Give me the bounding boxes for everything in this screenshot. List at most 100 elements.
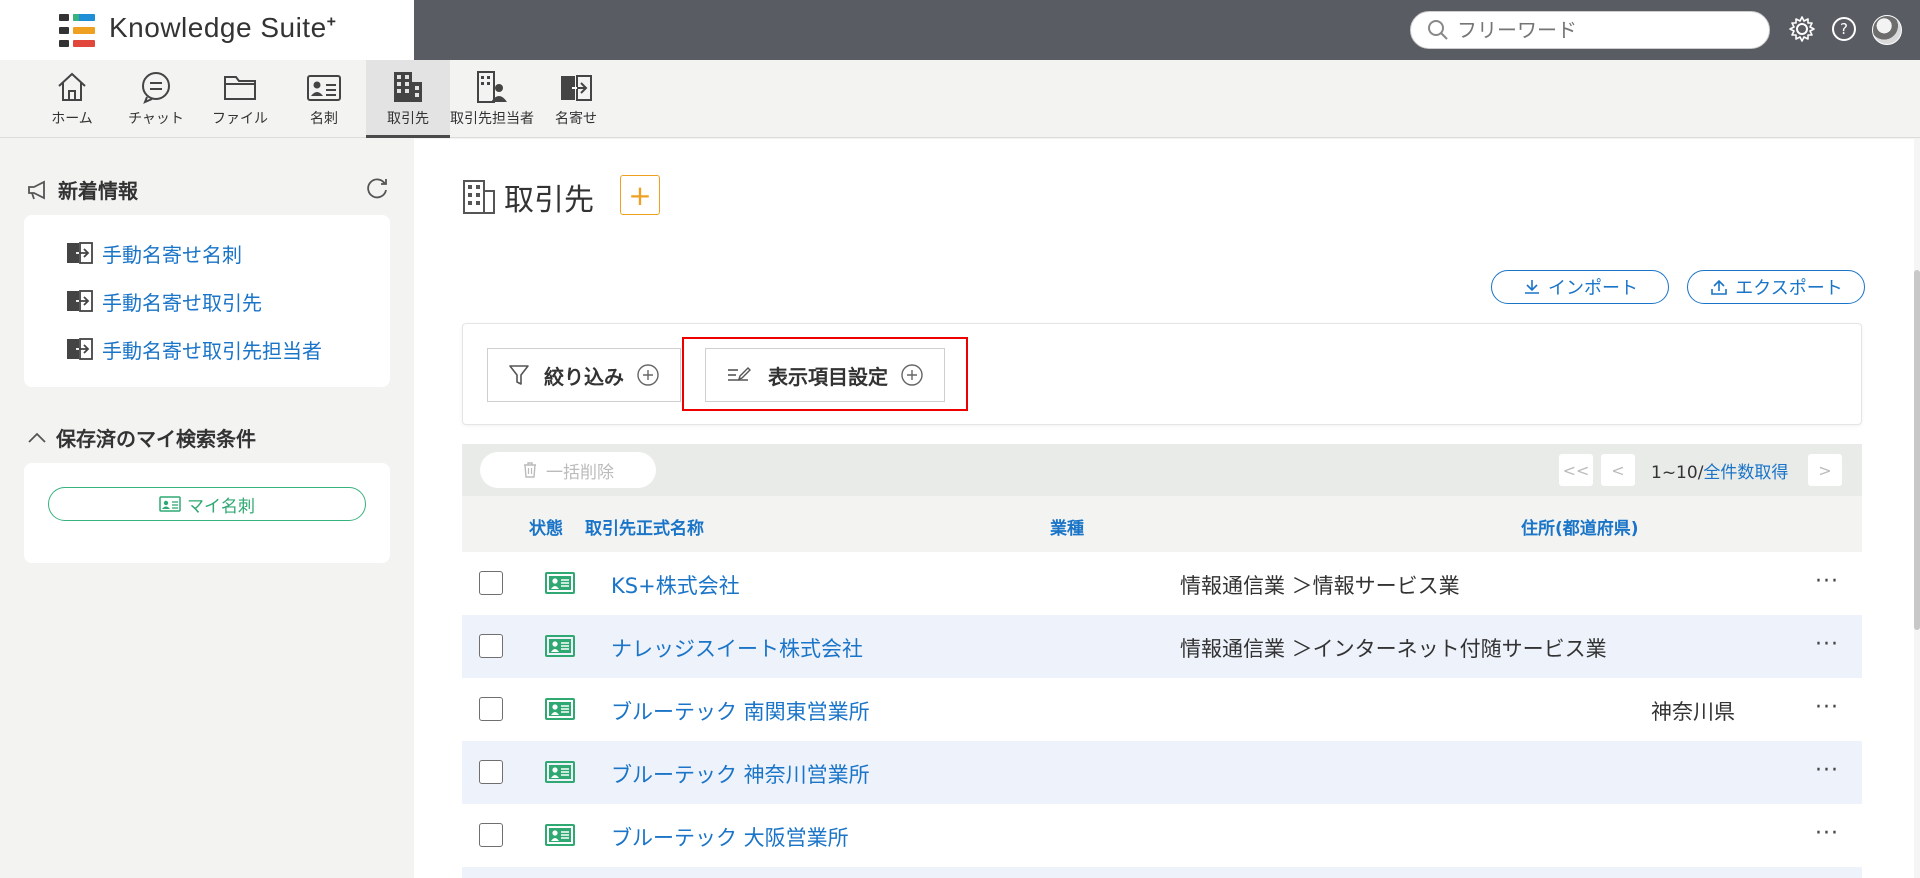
export-label: エクスポート: [1735, 278, 1843, 299]
industry-cell: 情報通信業 ＞情報サービス業: [1180, 574, 1460, 598]
filter-panel: 絞り込み 表示項目設定: [462, 323, 1862, 425]
merge-icon: [67, 338, 93, 360]
col-industry-header[interactable]: 業種: [1050, 514, 1084, 539]
prefecture-cell: 神奈川県: [1651, 700, 1735, 724]
nav-label: 取引先担当者: [450, 111, 534, 127]
row-menu-button[interactable]: ···: [1810, 627, 1844, 661]
nav-label: 名寄せ: [555, 111, 597, 127]
account-name-link[interactable]: KS+株式会社: [611, 570, 740, 600]
news-item[interactable]: 手動名寄せ取引先担当者: [24, 325, 390, 373]
account-name-link[interactable]: ナレッジスイート株式会社: [611, 633, 863, 663]
business-card-status-icon: [545, 824, 575, 846]
saved-search-title: 保存済のマイ検索条件: [56, 427, 256, 451]
nav-business-card[interactable]: 名刺: [282, 60, 366, 138]
logo-text: Knowledge Suite+: [109, 12, 337, 43]
business-card-icon: [159, 496, 181, 512]
search-icon: [1428, 20, 1448, 40]
col-prefecture-header[interactable]: 住所(都道府県): [1521, 514, 1639, 539]
svg-text:?: ?: [1840, 20, 1848, 38]
export-button[interactable]: エクスポート: [1687, 270, 1865, 304]
upload-icon: [1711, 279, 1728, 295]
row-checkbox[interactable]: [479, 697, 503, 721]
gear-icon[interactable]: [1786, 13, 1818, 45]
building-icon: [394, 72, 422, 102]
nav-accounts[interactable]: 取引先: [366, 60, 450, 138]
col-name-header[interactable]: 取引先正式名称: [585, 514, 704, 539]
table-row[interactable]: ブルーテック 南関東営業所 神奈川県 ···: [462, 678, 1862, 741]
news-card: 手動名寄せ名刺 手動名寄せ取引先 手動名寄せ取引先担当者: [24, 215, 390, 387]
fetch-all-count-link[interactable]: 全件数取得: [1703, 463, 1788, 483]
prev-page-button[interactable]: <: [1601, 454, 1635, 486]
filter-label: 絞り込み: [544, 364, 624, 389]
row-checkbox[interactable]: [479, 760, 503, 784]
next-page-button[interactable]: >: [1808, 454, 1842, 486]
nav-label: 取引先: [387, 111, 429, 127]
nav-chat[interactable]: チャット: [114, 60, 198, 138]
account-name-link[interactable]: ブルーテック 南関東営業所: [611, 696, 870, 726]
import-label: インポート: [1548, 278, 1638, 299]
my-card-label: マイ名刺: [187, 496, 255, 517]
chevron-up-icon: [28, 432, 46, 443]
nav-label: 名刺: [310, 111, 338, 127]
folder-icon: [224, 76, 256, 100]
nav-contacts[interactable]: 取引先担当者: [450, 60, 534, 138]
news-item[interactable]: 手動名寄せ取引先: [24, 277, 390, 325]
business-card-icon: [307, 75, 341, 101]
business-card-status-icon: [545, 572, 575, 594]
saved-search-header[interactable]: 保存済のマイ検索条件: [26, 423, 256, 452]
search-box[interactable]: [1410, 11, 1770, 49]
chat-icon: [142, 72, 170, 104]
funnel-icon: [509, 365, 529, 385]
scrollbar-thumb[interactable]: [1914, 270, 1920, 630]
nav-file[interactable]: ファイル: [198, 60, 282, 138]
row-menu-button[interactable]: ···: [1810, 690, 1844, 724]
nav-label: ホーム: [51, 111, 93, 127]
trash-icon: [524, 462, 536, 478]
page-title: 取引先: [462, 175, 594, 219]
row-checkbox[interactable]: [479, 823, 503, 847]
add-account-button[interactable]: +: [620, 175, 660, 215]
business-card-status-icon: [545, 698, 575, 720]
row-menu-button[interactable]: ···: [1810, 564, 1844, 598]
logo[interactable]: Knowledge Suite+: [0, 0, 414, 60]
account-name-link[interactable]: ブルーテック 大阪営業所: [611, 822, 849, 852]
row-menu-button[interactable]: ···: [1810, 753, 1844, 787]
highlight-box: [682, 337, 968, 411]
row-menu-button[interactable]: ···: [1810, 816, 1844, 850]
news-item-label: 手動名寄せ取引先: [102, 290, 262, 315]
table-row[interactable]: ナレッジスイート株式会社 情報通信業 ＞インターネット付随サービス業 ···: [462, 615, 1862, 678]
search-input[interactable]: [1457, 18, 1747, 42]
building-icon: [463, 180, 495, 214]
nav-home[interactable]: ホーム: [30, 60, 114, 138]
merge-icon: [67, 290, 93, 312]
pagination-info: 1~10/全件数取得: [1651, 458, 1788, 483]
row-checkbox[interactable]: [479, 571, 503, 595]
account-name-link[interactable]: ブルーテック 神奈川営業所: [611, 759, 870, 789]
plus-circle-icon: [637, 364, 659, 386]
news-item[interactable]: 手動名寄せ名刺: [24, 229, 390, 277]
megaphone-icon: [28, 180, 45, 199]
col-status-header[interactable]: 状態: [529, 514, 563, 539]
home-icon: [58, 72, 86, 101]
table-row[interactable]: KS+株式会社 情報通信業 ＞情報サービス業 ···: [462, 552, 1862, 615]
saved-search-card: マイ名刺: [24, 463, 390, 563]
import-button[interactable]: インポート: [1491, 270, 1669, 304]
my-card-button[interactable]: マイ名刺: [48, 487, 366, 521]
help-icon[interactable]: ?: [1828, 13, 1860, 45]
filter-button[interactable]: 絞り込み: [487, 348, 681, 402]
pagination-range: 1~10/: [1651, 463, 1704, 483]
refresh-icon[interactable]: [364, 175, 390, 205]
table-row[interactable]: [462, 867, 1862, 878]
avatar[interactable]: [1872, 15, 1902, 45]
table-row[interactable]: ブルーテック 大阪営業所 ···: [462, 804, 1862, 867]
building-person-icon: [477, 71, 507, 103]
first-page-button[interactable]: <<: [1559, 454, 1593, 486]
merge-icon: [561, 75, 592, 101]
row-checkbox[interactable]: [479, 634, 503, 658]
bulk-delete-button[interactable]: 一括削除: [480, 452, 656, 488]
table-header: 状態 取引先正式名称 業種 住所(都道府県): [462, 496, 1862, 552]
news-item-label: 手動名寄せ名刺: [102, 242, 242, 267]
news-header: 新着情報: [26, 175, 138, 204]
table-row[interactable]: ブルーテック 神奈川営業所 ···: [462, 741, 1862, 804]
nav-merge[interactable]: 名寄せ: [534, 60, 618, 138]
